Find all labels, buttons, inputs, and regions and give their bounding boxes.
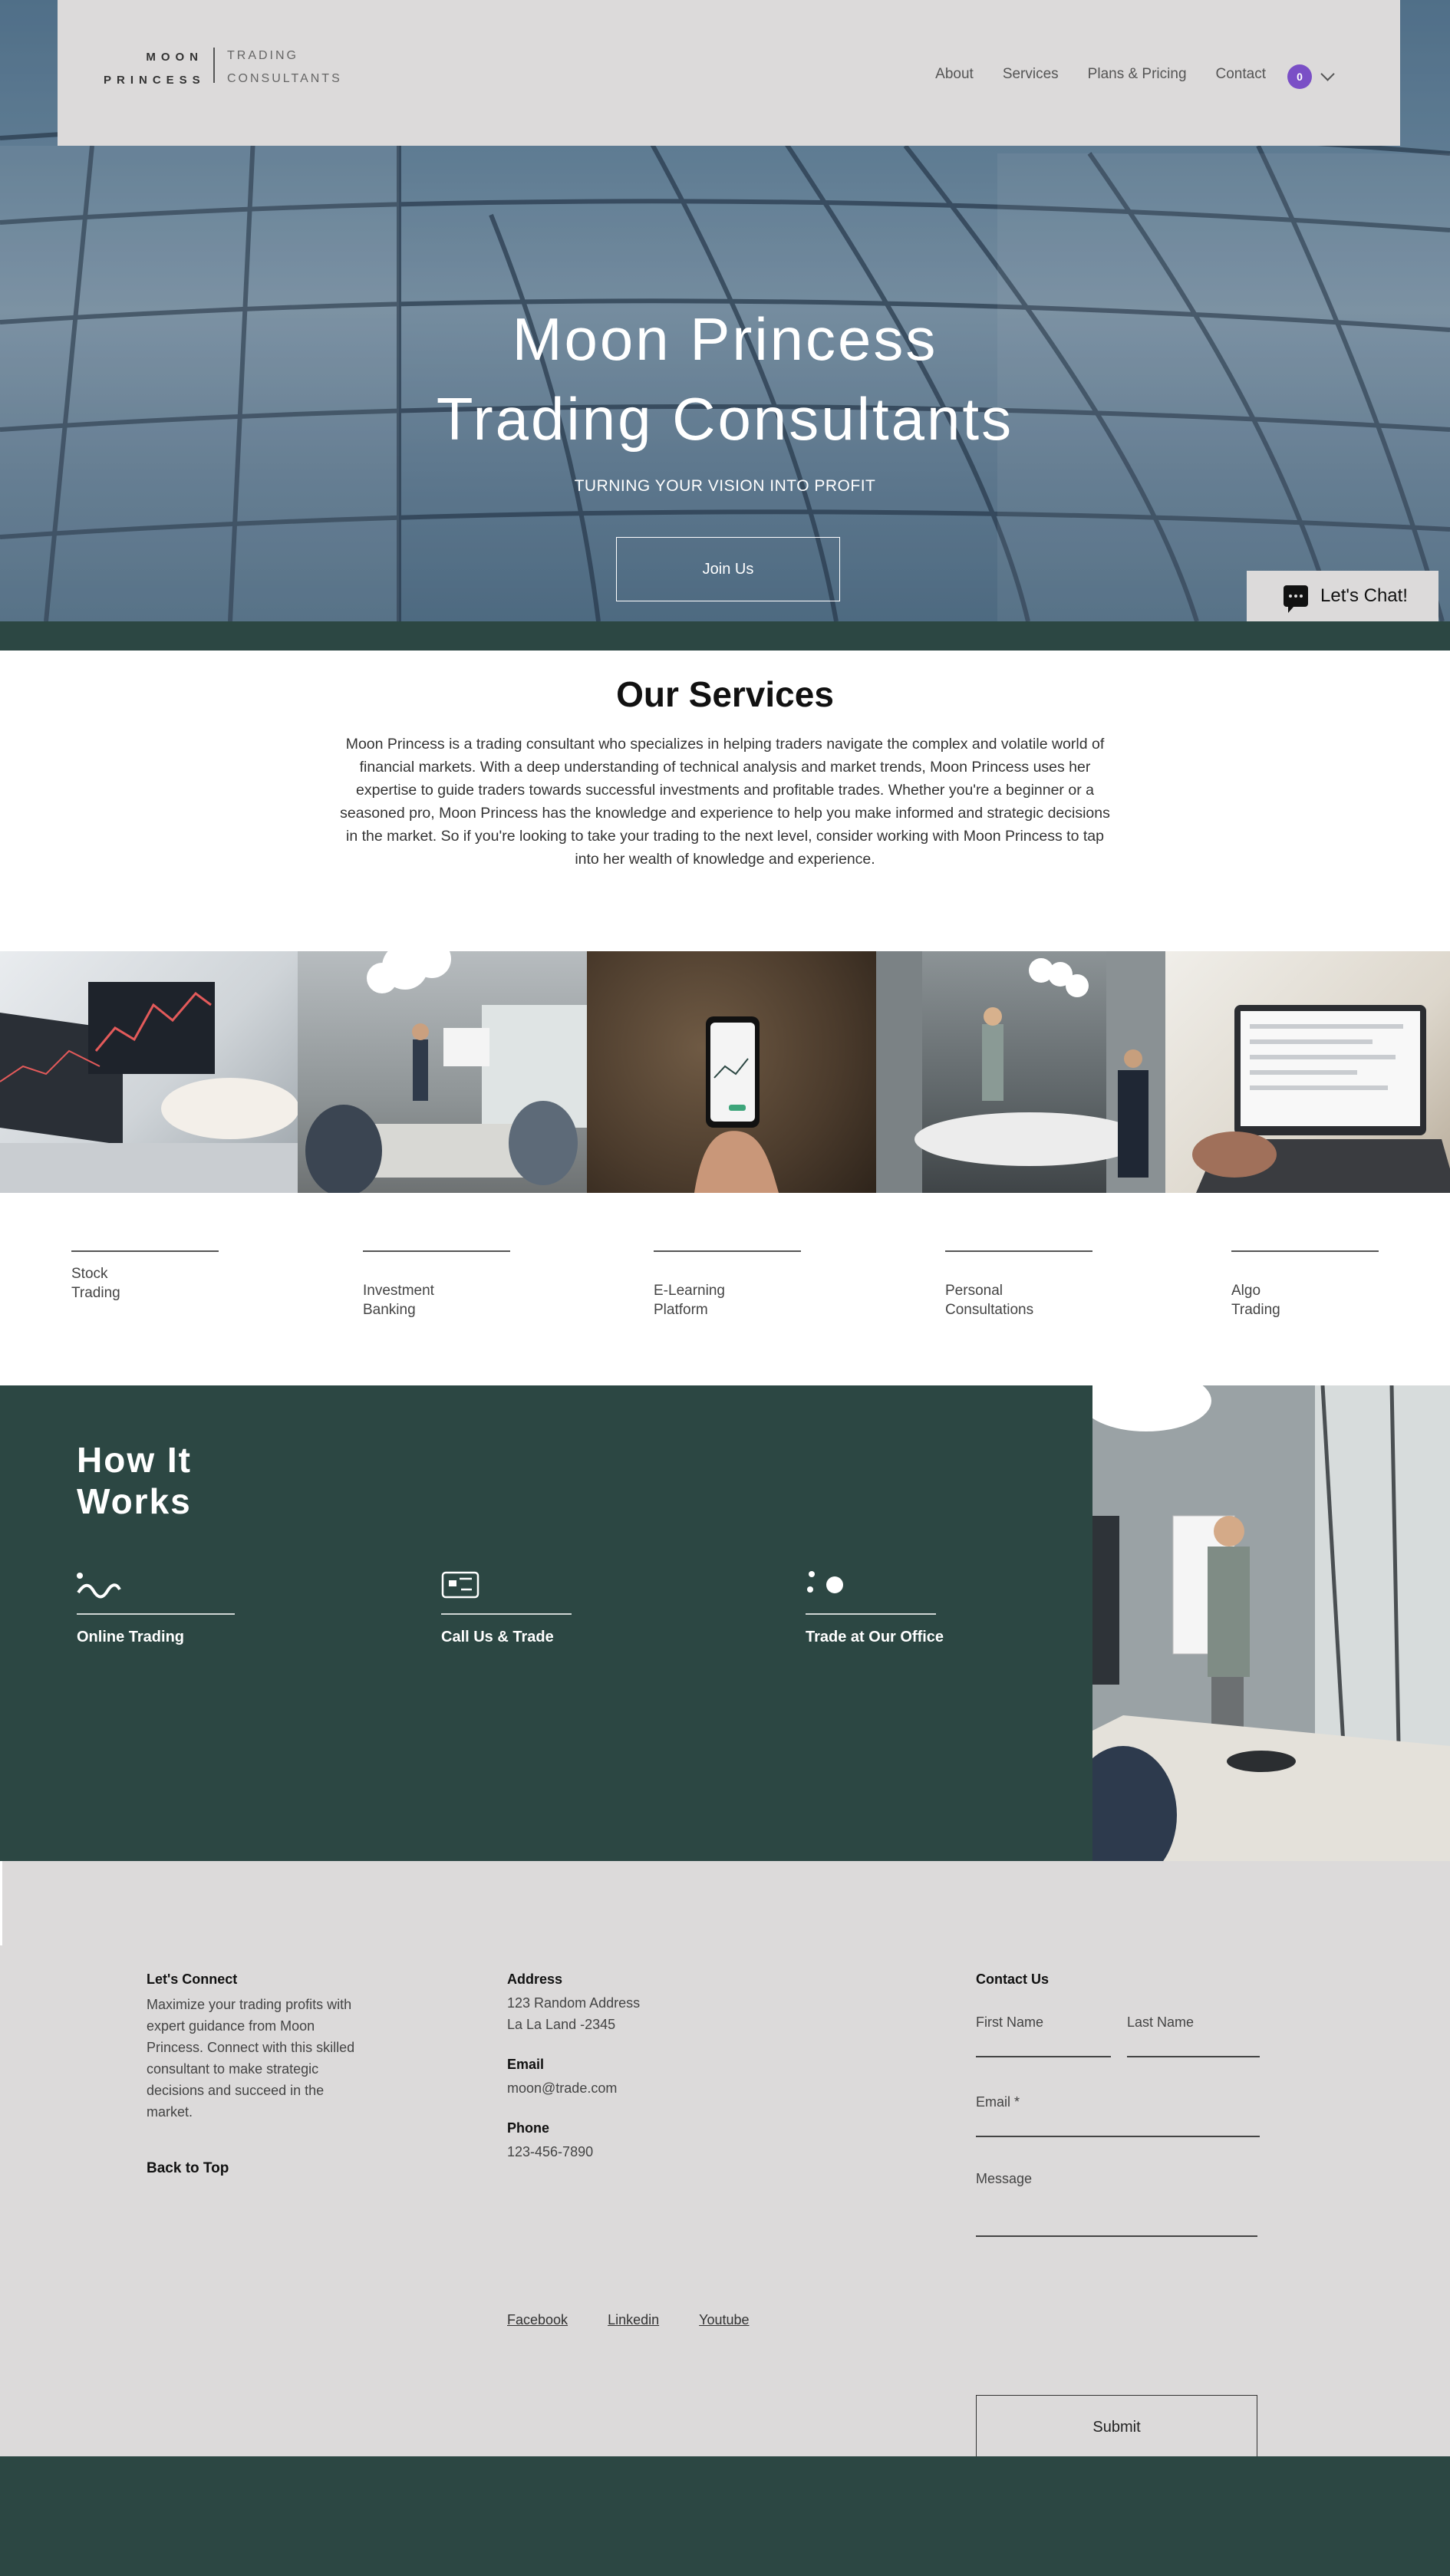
- chat-label: Let's Chat!: [1320, 585, 1408, 606]
- service-stock-trading[interactable]: Stock Trading: [71, 1250, 219, 1303]
- e-learning-photo: [587, 951, 876, 1193]
- services-photo-strip: [0, 951, 1450, 1193]
- step-call-us: Call Us & Trade: [441, 1570, 572, 1646]
- chevron-down-icon: [1320, 66, 1335, 81]
- logo-line-1: MOON: [146, 51, 203, 64]
- join-us-button[interactable]: Join Us: [616, 537, 840, 601]
- phone-card-icon: [441, 1571, 479, 1599]
- main-nav: About Services Plans & Pricing Contact: [935, 66, 1266, 83]
- back-to-top-link[interactable]: Back to Top: [147, 2160, 229, 2177]
- service-rule: [945, 1250, 1092, 1252]
- step-online-trading: Online Trading: [77, 1570, 235, 1646]
- nav-plans-pricing[interactable]: Plans & Pricing: [1088, 66, 1187, 83]
- contact-form: Contact Us First Name Last Name Email * …: [976, 1972, 1260, 2459]
- hero-title-line-1: Moon Princess: [512, 305, 938, 373]
- nav-services[interactable]: Services: [1003, 66, 1059, 83]
- email-field[interactable]: [976, 2136, 1260, 2137]
- address-line-2: La La Land -2345: [507, 2017, 616, 2032]
- site-header: MOON PRINCESS TRADING CONSULTANTS About …: [58, 0, 1400, 146]
- submit-button[interactable]: Submit: [976, 2395, 1257, 2459]
- connect-title: Let's Connect: [147, 1972, 238, 1987]
- message-label: Message: [976, 2171, 1033, 2186]
- service-label: Personal Consultations: [945, 1282, 1034, 1318]
- nav-contact[interactable]: Contact: [1216, 66, 1266, 83]
- chat-icon: [1284, 585, 1308, 613]
- contact-title: Contact Us: [976, 1972, 1050, 1987]
- step-label: Call Us & Trade: [441, 1628, 554, 1645]
- services-description: Moon Princess is a trading consultant wh…: [340, 736, 1110, 868]
- investment-banking-photo: [298, 951, 587, 1193]
- service-investment-banking[interactable]: Investment Banking: [363, 1250, 510, 1319]
- services-title: Our Services: [616, 674, 834, 714]
- social-links: Facebook Linkedin Youtube: [507, 2312, 750, 2328]
- step-label: Online Trading: [77, 1628, 185, 1645]
- step-label: Trade at Our Office: [806, 1628, 944, 1645]
- service-label: Algo Trading: [1231, 1282, 1280, 1318]
- service-label: Investment Banking: [363, 1282, 434, 1318]
- footer-edge: [0, 1861, 2, 1945]
- personal-consultations-photo: [876, 951, 1165, 1193]
- hero-title-line-2: Trading Consultants: [436, 385, 1014, 453]
- hero-divider-band: [0, 621, 1450, 651]
- how-it-works-title: How It Works: [77, 1440, 192, 1521]
- service-rule: [1231, 1250, 1379, 1252]
- footer-contact-info: Address 123 Random Address La La Land -2…: [507, 1972, 640, 2163]
- logo-tagline-1: TRADING: [227, 49, 298, 62]
- last-name-label: Last Name: [1127, 2014, 1195, 2030]
- hero-section: MOON PRINCESS TRADING CONSULTANTS About …: [0, 0, 1450, 621]
- site-footer: Let's Connect Maximize your trading prof…: [0, 1861, 1450, 2459]
- office-dots-icon: [807, 1571, 843, 1593]
- service-label: E-Learning Platform: [654, 1282, 725, 1318]
- logo-divider: [213, 48, 215, 83]
- step-rule: [806, 1613, 936, 1615]
- facebook-link[interactable]: Facebook: [507, 2312, 568, 2328]
- logo-line-2: PRINCESS: [104, 74, 206, 87]
- nav-about[interactable]: About: [935, 66, 974, 83]
- how-it-works-photo: [1092, 1385, 1450, 1861]
- cart-button[interactable]: 0: [1287, 64, 1335, 89]
- message-field[interactable]: [976, 2235, 1257, 2237]
- service-rule: [363, 1250, 510, 1252]
- phone-value[interactable]: 123-456-7890: [507, 2141, 640, 2163]
- hero-subtitle: TURNING YOUR VISION INTO PROFIT: [574, 477, 876, 495]
- step-office: Trade at Our Office: [806, 1570, 944, 1646]
- address-title: Address: [507, 1972, 563, 1987]
- logo-wordmark[interactable]: MOON PRINCESS: [104, 46, 203, 92]
- service-rule: [71, 1250, 219, 1252]
- phone-title: Phone: [507, 2120, 550, 2136]
- algo-trading-photo: [1165, 951, 1450, 1193]
- email-field-label: Email *: [976, 2094, 1020, 2110]
- cart-count-badge: 0: [1287, 64, 1312, 89]
- stock-trading-photo: [0, 951, 298, 1193]
- address-line-1: 123 Random Address: [507, 1995, 641, 2011]
- logo-tagline: TRADING CONSULTANTS: [227, 44, 342, 91]
- email-title: Email: [507, 2057, 545, 2072]
- service-rule: [654, 1250, 801, 1252]
- service-personal-consultations[interactable]: Personal Consultations: [945, 1250, 1092, 1319]
- first-name-label: First Name: [976, 2014, 1044, 2030]
- step-rule: [441, 1613, 572, 1615]
- first-name-field[interactable]: [976, 2056, 1111, 2057]
- step-rule: [77, 1613, 235, 1615]
- email-value[interactable]: moon@trade.com: [507, 2077, 640, 2099]
- footer-bottom-band: [0, 2456, 1450, 2576]
- service-label: Stock Trading: [71, 1265, 120, 1301]
- hero-title: Moon Princess Trading Consultants: [0, 299, 1450, 459]
- youtube-link[interactable]: Youtube: [699, 2312, 749, 2328]
- how-it-works-section: How It Works Online Trading Call Us & Tr…: [0, 1385, 1092, 1861]
- linkedin-link[interactable]: Linkedin: [608, 2312, 659, 2328]
- connect-text: Maximize your trading profits with exper…: [147, 1997, 355, 2120]
- online-trading-icon: [77, 1573, 121, 1599]
- service-algo-trading[interactable]: Algo Trading: [1231, 1250, 1379, 1319]
- footer-connect: Let's Connect Maximize your trading prof…: [147, 1972, 369, 2123]
- last-name-field[interactable]: [1127, 2056, 1260, 2057]
- chat-widget-button[interactable]: Let's Chat!: [1247, 571, 1438, 621]
- service-e-learning[interactable]: E-Learning Platform: [654, 1250, 801, 1319]
- logo-tagline-2: CONSULTANTS: [227, 72, 342, 85]
